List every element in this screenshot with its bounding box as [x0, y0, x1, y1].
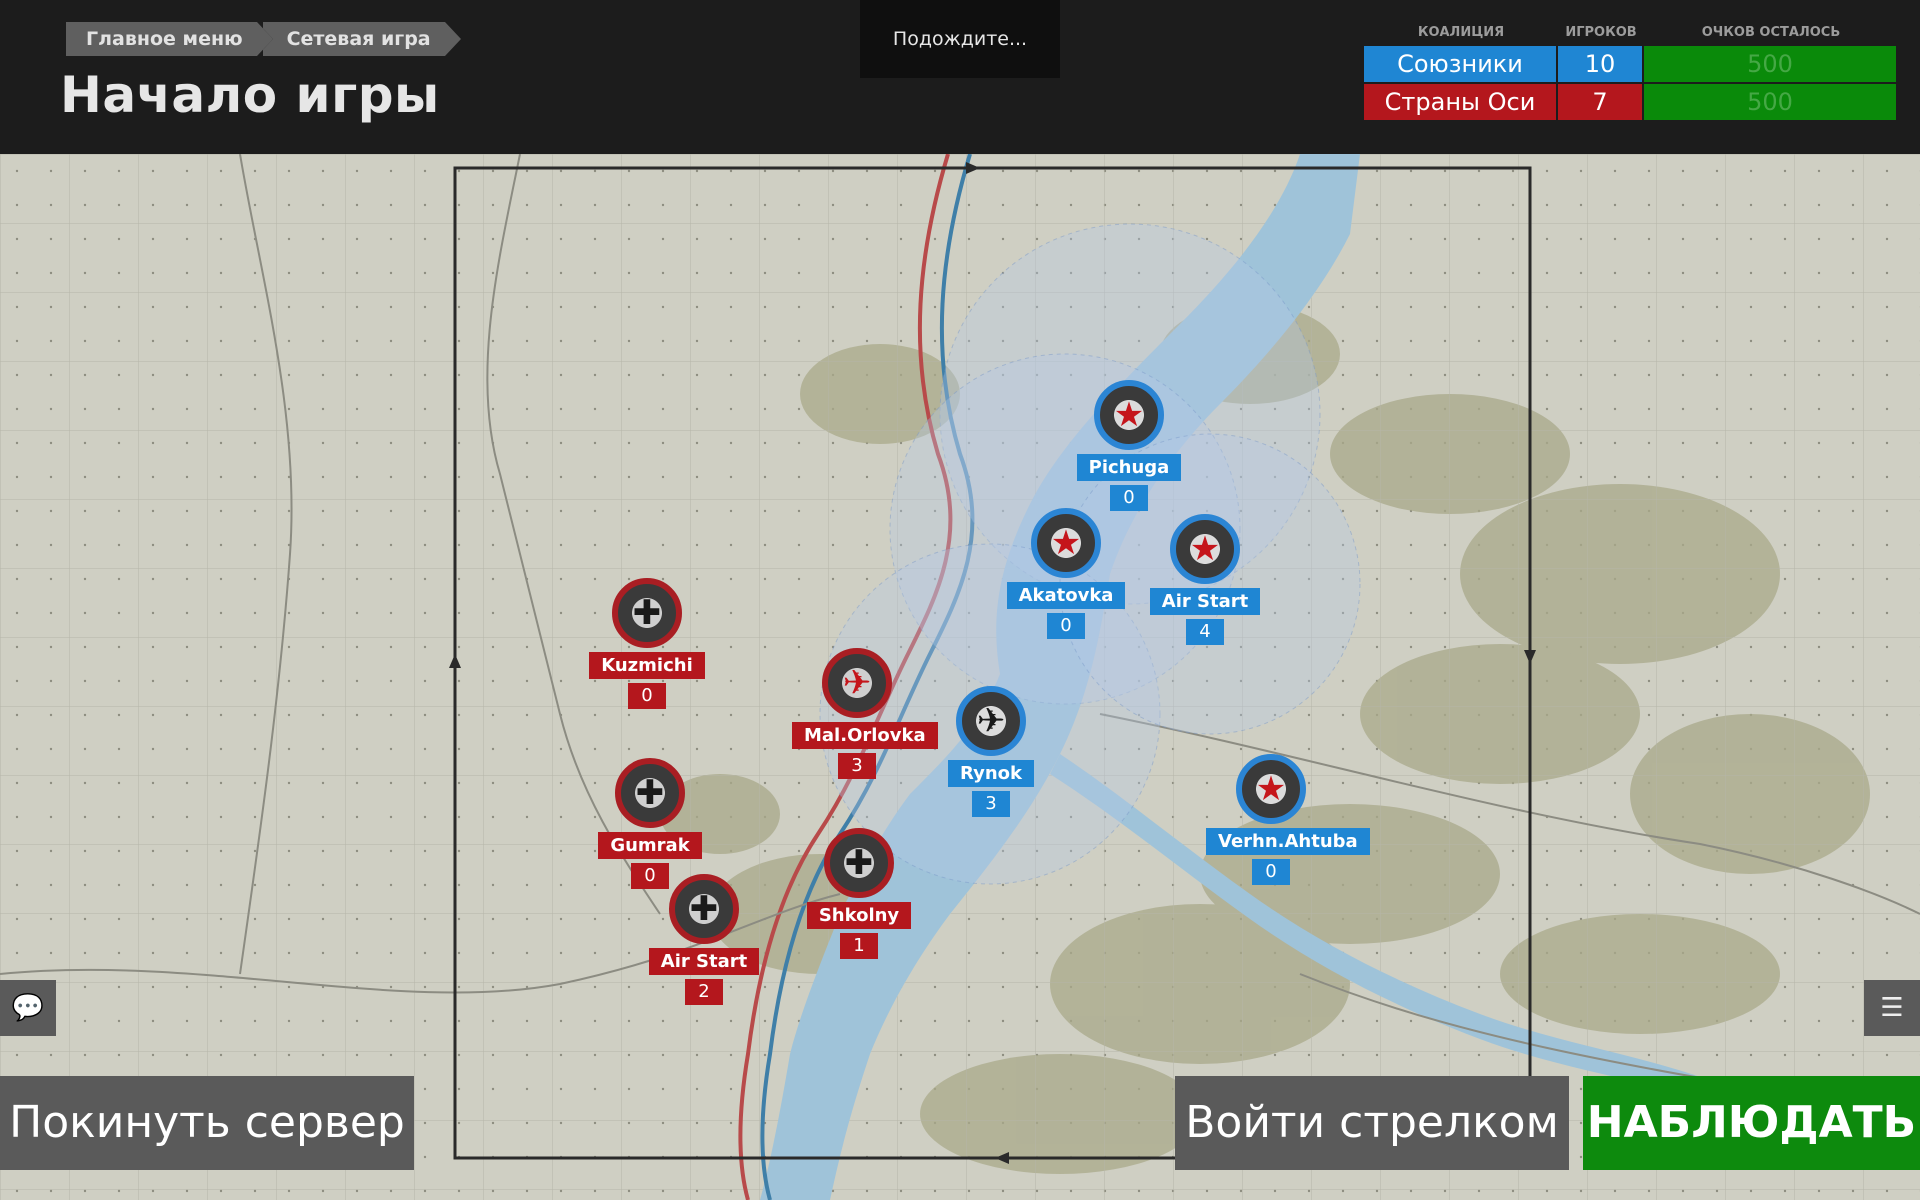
map-terrain: [0, 154, 1920, 1200]
col-players-header: ИГРОКОВ: [1565, 25, 1637, 40]
balkenkreuz-icon: ✚: [669, 874, 739, 944]
airfield-name: Rynok: [948, 760, 1034, 787]
observe-button[interactable]: НАБЛЮДАТЬ: [1583, 1076, 1920, 1170]
battle-map[interactable]: ✚ Kuzmichi 0 ✈ Mal.Orlovka 3 ✚ Gumrak 0 …: [0, 154, 1920, 1200]
red-star-icon: ★: [1236, 754, 1306, 824]
player-count: 7: [1558, 84, 1644, 120]
score-row-allies: Союзники 10 500: [1364, 46, 1898, 82]
plane-icon: ✈: [956, 686, 1026, 756]
airfield-air-start-axis[interactable]: ✚ Air Start 2: [639, 874, 769, 1005]
airfield-name: Mal.Orlovka: [792, 722, 938, 749]
breadcrumb-main-menu[interactable]: Главное меню: [66, 22, 273, 56]
airfield-name: Pichuga: [1076, 454, 1182, 481]
balkenkreuz-icon: ✚: [612, 578, 682, 648]
col-points-header: ОЧКОВ ОСТАЛОСЬ: [1701, 25, 1841, 40]
red-star-icon: ★: [1031, 508, 1101, 578]
balkenkreuz-icon: ✚: [615, 758, 685, 828]
airfield-rynok[interactable]: ✈ Rynok 3: [926, 686, 1056, 817]
airfield-player-count: 0: [1047, 613, 1085, 639]
airfield-verhn-ahtuba[interactable]: ★ Verhn.Ahtuba 0: [1206, 754, 1370, 885]
airfield-name: Akatovka: [1006, 582, 1126, 609]
airfield-name: Verhn.Ahtuba: [1206, 828, 1370, 855]
airfield-player-count: 2: [685, 979, 723, 1005]
chat-button[interactable]: 💬: [0, 980, 56, 1036]
join-gunner-button[interactable]: Войти стрелком: [1175, 1076, 1569, 1170]
airfield-player-count: 0: [1252, 859, 1290, 885]
airfield-player-count: 4: [1186, 619, 1224, 645]
airfield-player-count: 0: [628, 683, 666, 709]
page-title: Начало игры: [60, 66, 440, 124]
airfield-mal-orlovka[interactable]: ✈ Mal.Orlovka 3: [792, 648, 938, 779]
menu-button[interactable]: ☰: [1864, 980, 1920, 1036]
airfield-akatovka[interactable]: ★ Akatovka 0: [1001, 508, 1131, 639]
coalition-name: Союзники: [1364, 46, 1558, 82]
airfield-player-count: 3: [838, 753, 876, 779]
airfield-name: Shkolny: [806, 902, 912, 929]
top-bar: Главное меню Сетевая игра Начало игры По…: [0, 0, 1920, 154]
airfield-name: Gumrak: [598, 832, 702, 859]
airfield-shkolny[interactable]: ✚ Shkolny 1: [794, 828, 924, 959]
airfield-name: Air Start: [648, 948, 760, 975]
balkenkreuz-icon: ✚: [824, 828, 894, 898]
airfield-pichuga[interactable]: ★ Pichuga 0: [1064, 380, 1194, 511]
breadcrumb-network-game[interactable]: Сетевая игра: [256, 22, 461, 56]
points-left: 500: [1644, 84, 1898, 120]
points-left: 500: [1644, 46, 1898, 82]
breadcrumb: Главное меню Сетевая игра: [66, 22, 461, 56]
coalition-name: Страны Оси: [1364, 84, 1558, 120]
airfield-player-count: 3: [972, 791, 1010, 817]
score-row-axis: Страны Оси 7 500: [1364, 84, 1898, 120]
col-coalition-header: КОАЛИЦИЯ: [1417, 25, 1505, 40]
airfield-name: Air Start: [1149, 588, 1261, 615]
chat-icon: 💬: [11, 993, 45, 1023]
balkenkreuz-icon: ✈: [822, 648, 892, 718]
list-icon: ☰: [1880, 993, 1904, 1023]
airfield-gumrak[interactable]: ✚ Gumrak 0: [585, 758, 715, 889]
airfield-air-start-allies[interactable]: ★ Air Start 4: [1140, 514, 1270, 645]
airfield-player-count: 1: [840, 933, 878, 959]
scoreboard: КОАЛИЦИЯ ИГРОКОВ ОЧКОВ ОСТАЛОСЬ Союзники…: [1364, 22, 1898, 120]
red-star-icon: ★: [1094, 380, 1164, 450]
player-count: 10: [1558, 46, 1644, 82]
wait-status: Подождите...: [860, 0, 1060, 78]
red-star-icon: ★: [1170, 514, 1240, 584]
airfield-kuzmichi[interactable]: ✚ Kuzmichi 0: [582, 578, 712, 709]
airfield-name: Kuzmichi: [589, 652, 705, 679]
leave-server-button[interactable]: Покинуть сервер: [0, 1076, 414, 1170]
